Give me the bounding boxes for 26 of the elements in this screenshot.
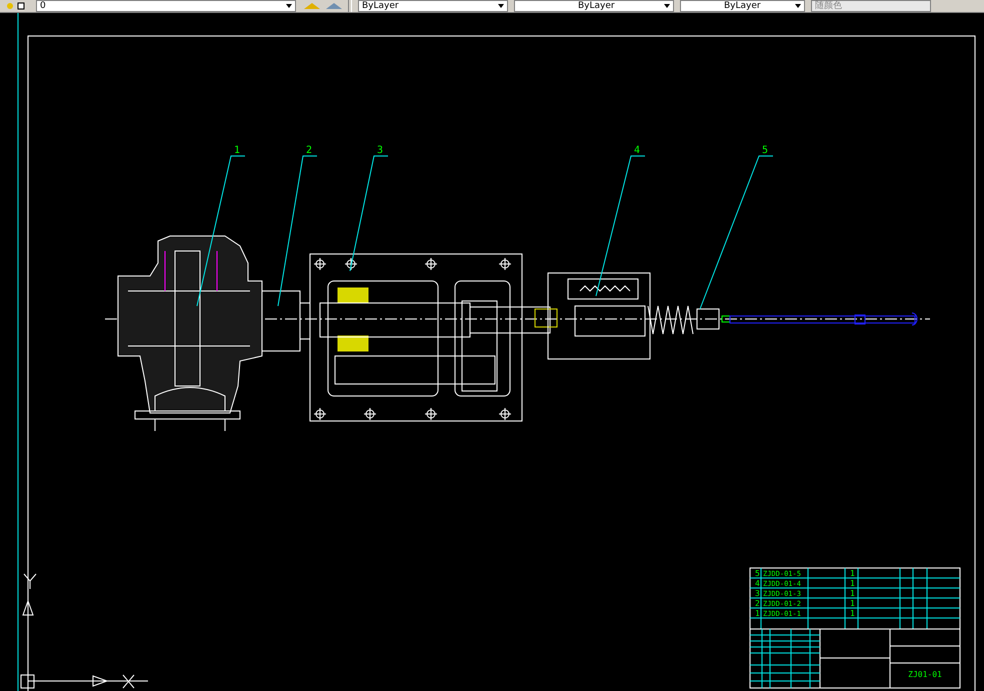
- part-quantity: 1: [850, 579, 855, 588]
- part-quantity: 1: [850, 589, 855, 598]
- balloon-number: 3: [376, 145, 384, 156]
- part-number: 2: [755, 599, 760, 608]
- layer-tools-icon[interactable]: [302, 1, 342, 11]
- dropdown-caret-icon: [286, 4, 292, 8]
- layer-dropdown[interactable]: 0: [36, 0, 296, 12]
- part-quantity: 1: [850, 569, 855, 578]
- part-number: 5: [755, 569, 760, 578]
- part-number: 3: [755, 589, 760, 598]
- linetype-dropdown[interactable]: ByLayer: [514, 0, 674, 12]
- dropdown-caret-icon: [664, 4, 670, 8]
- part-number: 4: [755, 579, 760, 588]
- color-dropdown[interactable]: ByLayer: [358, 0, 508, 12]
- part-quantity: 1: [850, 599, 855, 608]
- balloon-number: 2: [306, 145, 312, 156]
- drawing-number: ZJ01-01: [908, 670, 942, 679]
- part-number: 1: [755, 609, 760, 618]
- part-quantity: 1: [850, 609, 855, 618]
- balloon-number: 1: [234, 145, 240, 156]
- ucs-axes-icon: [20, 574, 148, 688]
- dropdown-caret-icon: [795, 4, 801, 8]
- balloon-number: 4: [634, 145, 640, 156]
- lineweight-dropdown[interactable]: ByLayer: [680, 0, 805, 12]
- dropdown-caret-icon: [498, 4, 504, 8]
- balloon-number: 5: [762, 145, 768, 156]
